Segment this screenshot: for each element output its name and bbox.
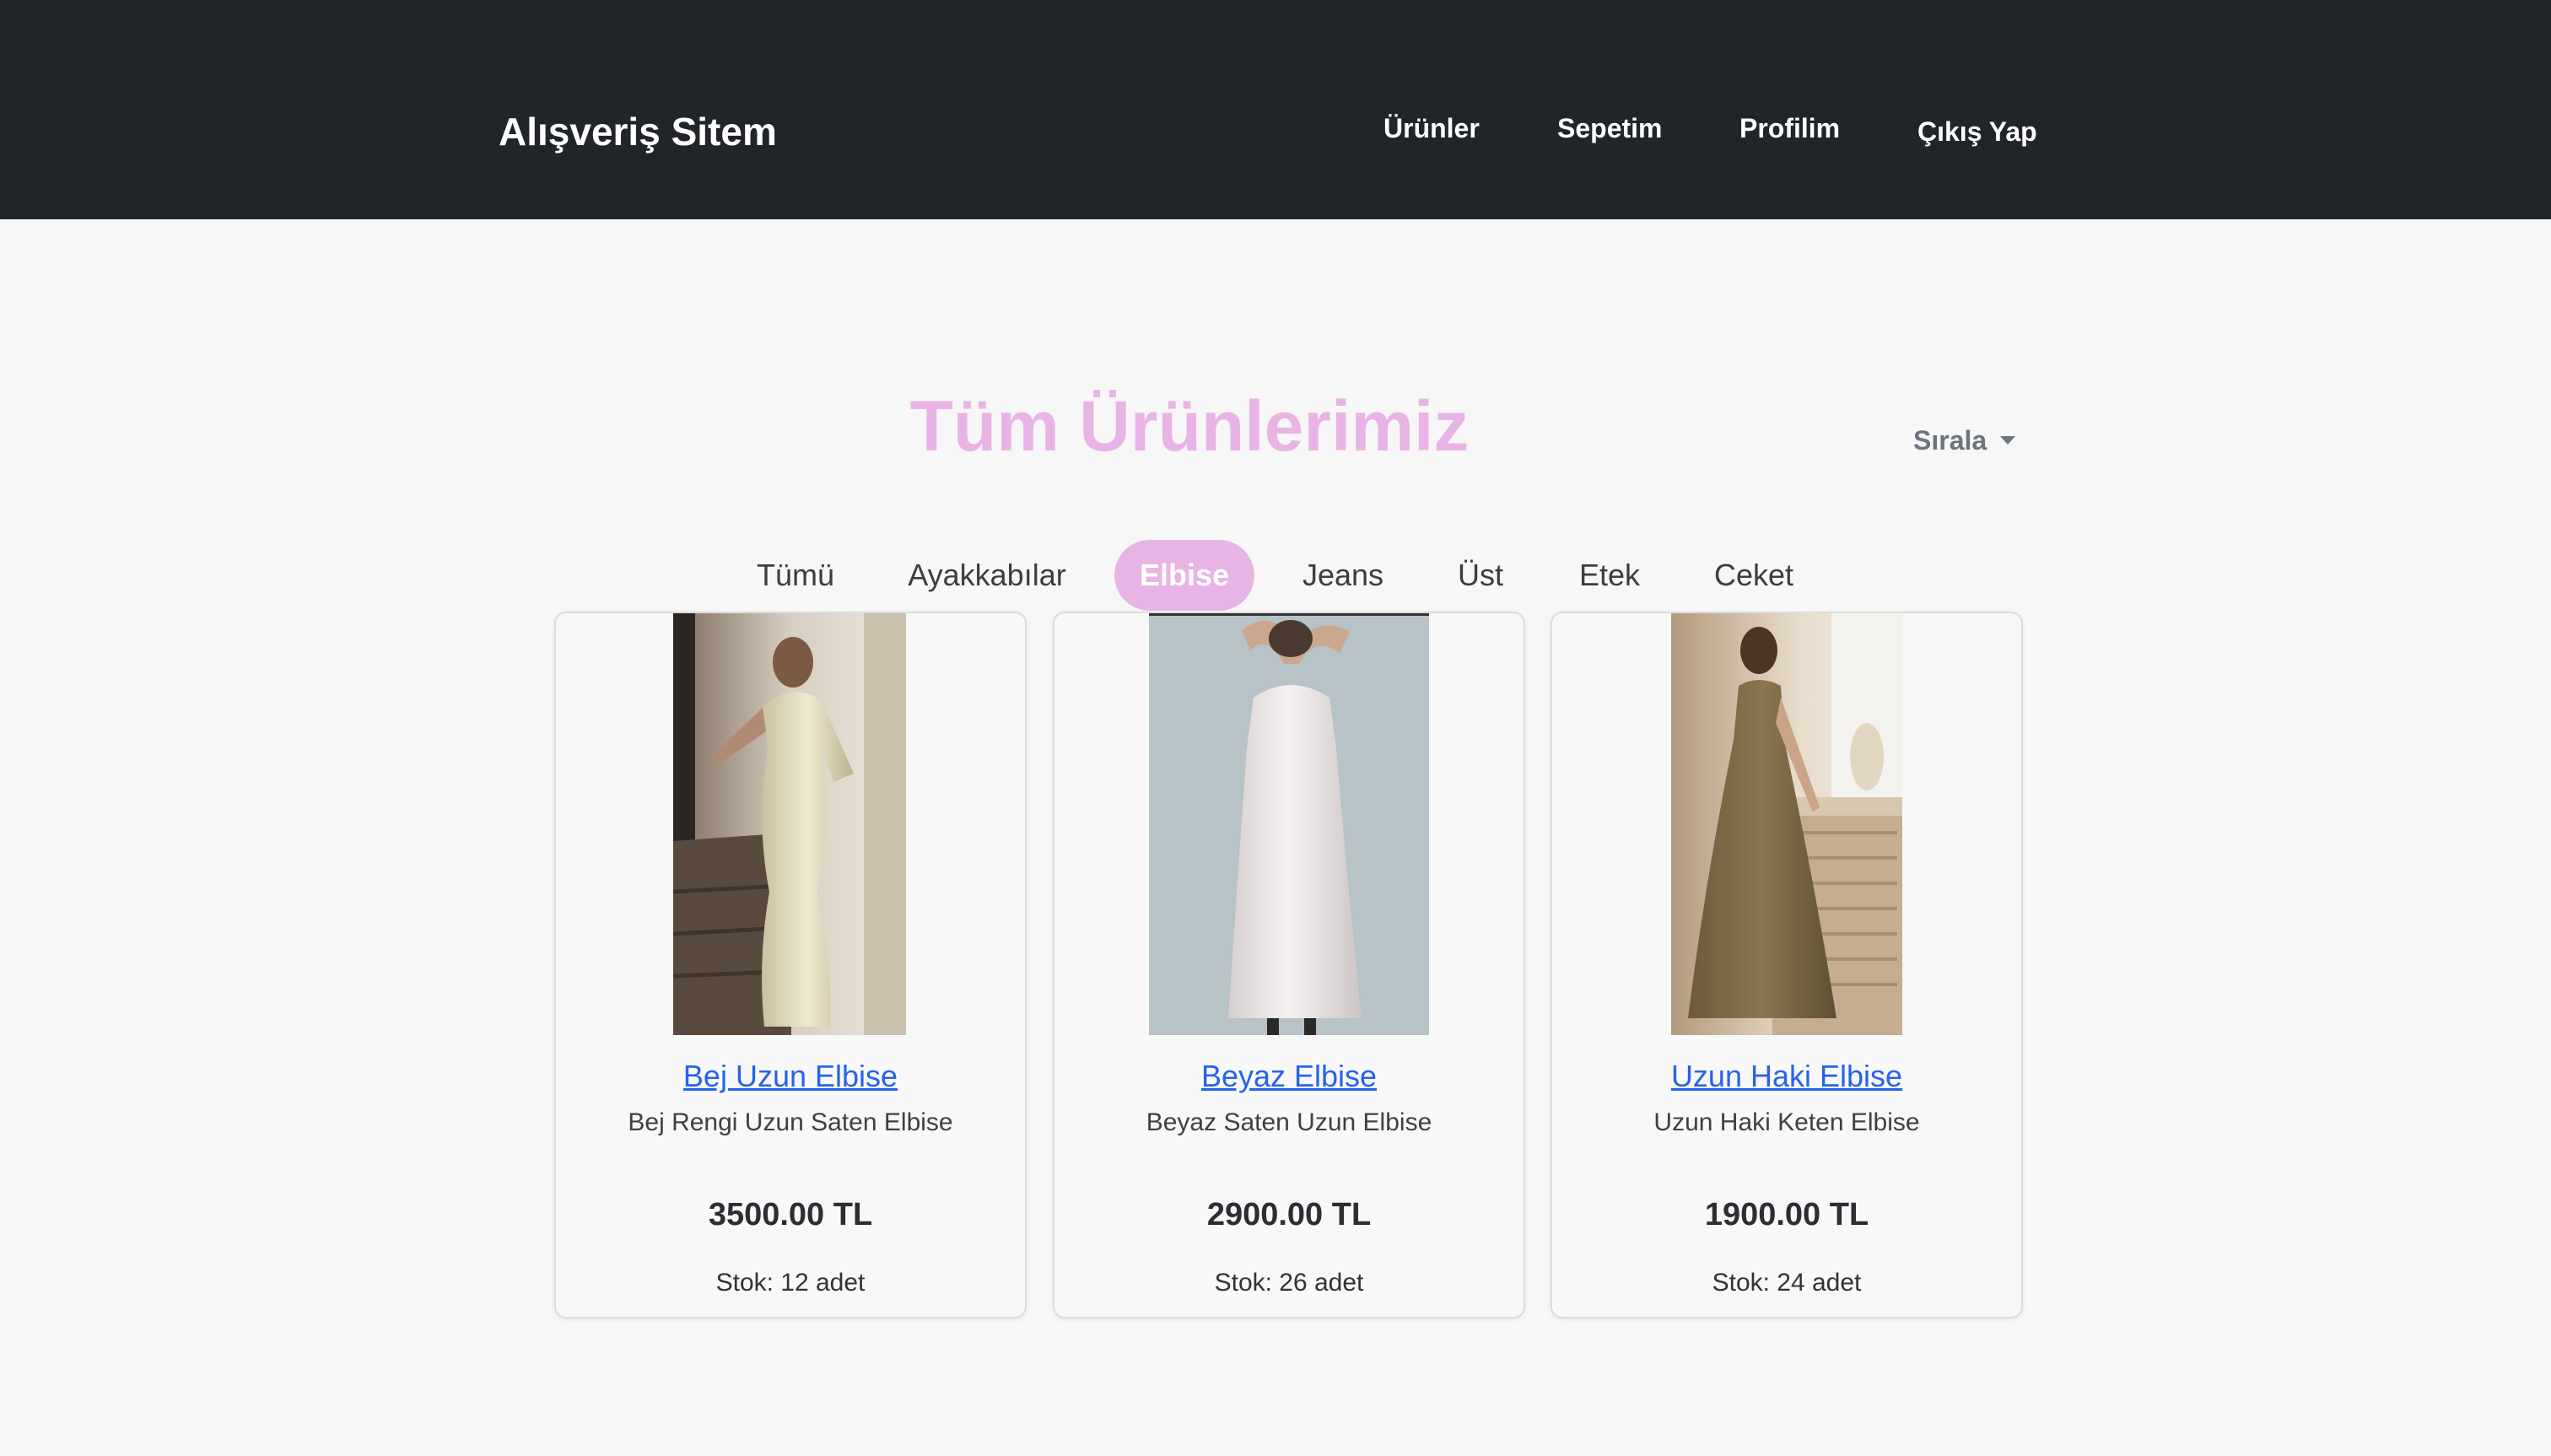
category-tab-jeans[interactable]: Jeans (1291, 540, 1395, 611)
product-description: Beyaz Saten Uzun Elbise (1146, 1108, 1432, 1136)
product-image-khaki-dress[interactable] (1671, 613, 1902, 1035)
category-tab-all[interactable]: Tümü (741, 540, 850, 611)
product-description: Uzun Haki Keten Elbise (1653, 1108, 1920, 1136)
product-price: 3500.00 TL (708, 1197, 873, 1232)
product-title-link[interactable]: Uzun Haki Elbise (1552, 1057, 2021, 1096)
product-price: 2900.00 TL (1206, 1197, 1372, 1232)
category-tab-jacket[interactable]: Ceket (1701, 540, 1807, 611)
top-navbar: Alışveriş Sitem Ürünler Sepetim Profilim… (0, 0, 2551, 219)
sort-dropdown[interactable]: Sırala (1913, 422, 2016, 459)
category-tab-skirt[interactable]: Etek (1566, 540, 1653, 611)
nav-link-products[interactable]: Ürünler (1383, 110, 1480, 147)
nav-link-logout[interactable]: Çıkış Yap (1917, 113, 2037, 150)
category-tab-shoes[interactable]: Ayakkabılar (894, 540, 1080, 611)
brand-logo[interactable]: Alışveriş Sitem (499, 106, 777, 157)
product-description: Bej Rengi Uzun Saten Elbise (628, 1108, 953, 1136)
category-tab-dress[interactable]: Elbise (1114, 540, 1254, 611)
nav-link-profile[interactable]: Profilim (1739, 110, 1840, 147)
product-price: 1900.00 TL (1704, 1197, 1869, 1232)
product-image-beige-dress[interactable] (673, 613, 906, 1035)
nav-link-cart[interactable]: Sepetim (1557, 110, 1662, 147)
sort-label: Sırala (1913, 425, 1987, 456)
page-title: Tüm Ürünlerimiz (909, 386, 1470, 466)
product-stock: Stok: 24 adet (1712, 1269, 1862, 1297)
product-title-link[interactable]: Bej Uzun Elbise (556, 1057, 1025, 1096)
product-card[interactable]: Uzun Haki Elbise Uzun Haki Keten Elbise … (1551, 612, 2023, 1318)
product-card[interactable]: Beyaz Elbise Beyaz Saten Uzun Elbise 290… (1053, 612, 1525, 1318)
category-tab-top[interactable]: Üst (1434, 540, 1527, 611)
product-image-white-dress[interactable] (1149, 613, 1429, 1035)
caret-down-icon (2000, 436, 2016, 445)
product-stock: Stok: 12 adet (715, 1269, 866, 1297)
product-stock: Stok: 26 adet (1214, 1269, 1364, 1297)
product-card[interactable]: Bej Uzun Elbise Bej Rengi Uzun Saten Elb… (554, 612, 1027, 1318)
product-title-link[interactable]: Beyaz Elbise (1054, 1057, 1524, 1096)
